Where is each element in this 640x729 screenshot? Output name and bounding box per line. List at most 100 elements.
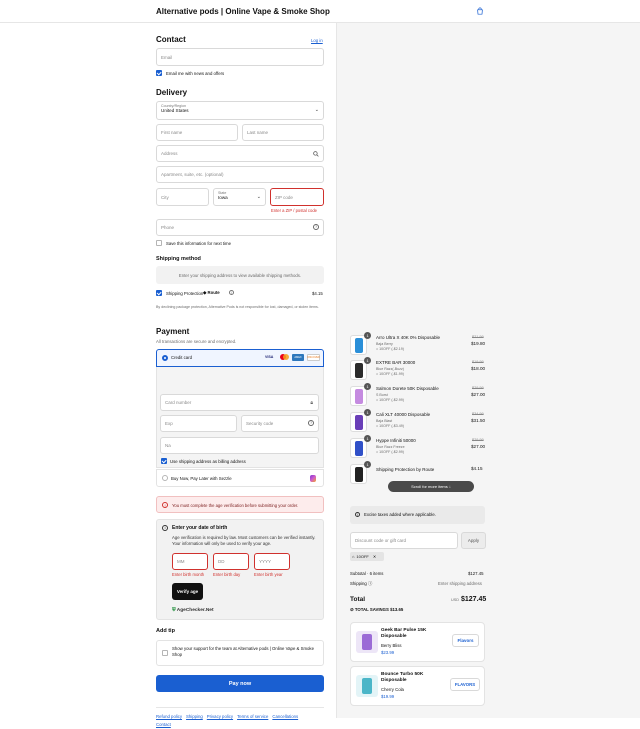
card-number-field[interactable]: Card number 🔒︎ xyxy=(160,394,319,411)
info-icon: i xyxy=(162,525,168,531)
upsell-card: Geek Bar Pulse 15K Disposable Berry Blis… xyxy=(350,622,485,662)
address-field[interactable]: Address xyxy=(156,145,324,162)
info-icon[interactable]: i xyxy=(229,290,234,295)
cart-item-price: $18.00 xyxy=(471,366,486,371)
pay-now-button[interactable]: Pay now xyxy=(156,675,324,692)
apply-button[interactable]: Apply xyxy=(461,532,486,549)
refund-policy-link[interactable]: Refund policy xyxy=(156,714,182,719)
cancellations-link[interactable]: Cancellations xyxy=(272,714,298,719)
birth-day-field[interactable]: DD xyxy=(213,553,249,570)
credit-card-label: Credit card xyxy=(171,355,193,360)
tag-icon: ⌂ xyxy=(376,372,379,376)
expiry-field[interactable]: Exp xyxy=(160,415,237,432)
cart-item-discount: ⌂ 10OFF (-$2.99) xyxy=(376,398,404,402)
flavors-button[interactable]: FLAVORS xyxy=(450,678,480,691)
birth-month-field[interactable]: MM xyxy=(172,553,208,570)
help-icon[interactable]: ? xyxy=(313,224,319,230)
tip-checkbox[interactable] xyxy=(162,650,168,656)
help-icon[interactable]: ? xyxy=(308,420,314,426)
shipping-link[interactable]: Shipping xyxy=(186,714,203,719)
shopping-bag-icon[interactable] xyxy=(476,7,484,15)
newsletter-label: Email me with news and offers xyxy=(166,71,225,76)
route-icon: ◆ xyxy=(203,290,207,295)
taxes-note: i Excise taxes added where applicable. xyxy=(350,506,485,524)
flavors-button[interactable]: Flavors xyxy=(452,634,479,647)
product-swatch xyxy=(354,389,363,404)
verify-age-button[interactable]: Verify age xyxy=(172,583,203,600)
country-select[interactable]: Country/Region United States ⌄ xyxy=(156,101,324,120)
upsell-name: Geek Bar Pulse 15K Disposable xyxy=(381,628,427,640)
quantity-badge: 1 xyxy=(364,383,371,390)
arrow-down-icon: ↓ xyxy=(448,484,451,489)
product-swatch xyxy=(354,467,363,482)
agechecker-logo: ⛨ AgeChecker.Net xyxy=(172,607,214,613)
contact-link[interactable]: Contact xyxy=(156,722,171,727)
subtotal-value: $127.45 xyxy=(468,571,484,576)
discount-tag: ⌂ 10OFF ✕ xyxy=(350,552,384,561)
discount-tag-code: 10OFF xyxy=(356,554,369,559)
scroll-more-pill[interactable]: Scroll for more items ↓ xyxy=(388,481,474,492)
cart-item-variant: Blue Razz(-Buzz) xyxy=(376,367,404,371)
discount-code-field[interactable]: Discount code or gift card xyxy=(350,532,458,549)
sezzle-option[interactable]: Buy Now, Pay Later with Sezzle xyxy=(156,469,324,487)
cart-item-price: $27.00 xyxy=(471,444,486,449)
city-field[interactable]: City xyxy=(156,188,209,206)
shipping-protection-checkbox[interactable] xyxy=(156,290,162,296)
login-link[interactable]: Log in xyxy=(311,38,323,43)
store-title[interactable]: Alternative pods | Online Vape & Smoke S… xyxy=(156,7,330,16)
quantity-badge: 1 xyxy=(364,332,371,339)
cart-item-discount-text: 10OFF (-$2.19) xyxy=(379,347,404,351)
security-code-field[interactable]: Security code ? xyxy=(241,415,319,432)
privacy-policy-link[interactable]: Privacy policy xyxy=(207,714,233,719)
alert-icon: ! xyxy=(162,502,168,508)
subtotal-label: Subtotal · 6 items xyxy=(350,571,384,576)
cart-item-variant: S Burst xyxy=(376,393,388,397)
terms-link[interactable]: Terms of service xyxy=(237,714,268,719)
page-header: Alternative pods | Online Vape & Smoke S… xyxy=(0,0,640,23)
quantity-badge: 1 xyxy=(364,461,371,468)
last-name-field[interactable]: Last name xyxy=(242,124,324,141)
cart-item-name: EXTRE BAR 30000 xyxy=(376,360,416,365)
birth-year-field[interactable]: YYYY xyxy=(254,553,290,570)
shipping-protection-label: Shipping Protection xyxy=(166,291,204,296)
cart-item-discount-text: 10OFF (-$2.99) xyxy=(379,450,404,454)
agechecker-icon: ⛨ xyxy=(172,608,176,613)
cart-item-discount: ⌂ 10OFF (-$3.49) xyxy=(376,424,404,428)
state-select[interactable]: State Iowa ⌄ xyxy=(213,188,266,206)
tag-icon: ⌂ xyxy=(376,347,379,351)
savings-row: ⊘ TOTAL SAVINGS $13.65 xyxy=(350,607,403,613)
cart-item-variant: Baja Blast xyxy=(376,419,393,423)
newsletter-checkbox[interactable] xyxy=(156,70,162,76)
credit-card-radio[interactable] xyxy=(162,355,168,361)
sezzle-radio[interactable] xyxy=(162,475,168,481)
lock-icon: 🔒︎ xyxy=(310,400,313,406)
shipping-summary-value: Enter shipping address xyxy=(438,581,482,586)
credit-card-option[interactable]: Credit card VISA MC AMEX DISCOVER xyxy=(156,349,324,367)
sezzle-label: Buy Now, Pay Later with Sezzle xyxy=(171,476,232,481)
billing-same-label: Use shipping address as billing address xyxy=(170,459,246,464)
apartment-field[interactable]: Apartment, suite, etc. (optional) xyxy=(156,166,324,183)
save-info-checkbox[interactable] xyxy=(156,240,162,246)
name-on-card-field[interactable]: Na xyxy=(160,437,319,454)
first-name-field[interactable]: First name xyxy=(156,124,238,141)
address-placeholder: Address xyxy=(161,151,178,156)
age-heading: Enter your date of birth xyxy=(172,525,228,531)
cart-item-name: Arro Ultra X 40K 0% Disposable xyxy=(376,335,441,340)
tip-label: Show your support for the team at Altern… xyxy=(172,646,314,658)
phone-field[interactable]: Phone ? xyxy=(156,219,324,236)
cart-item-discount-text: 10OFF (-$2.99) xyxy=(379,398,404,402)
product-swatch xyxy=(354,338,363,353)
cart-item: 1 EXTRE BAR 30000 Blue Razz(-Buzz) ⌂ 10O… xyxy=(350,357,487,383)
upsell-price: $19.99 xyxy=(381,694,395,699)
zip-field[interactable]: ZIP code xyxy=(270,188,324,206)
tip-option[interactable]: Show your support for the team at Altern… xyxy=(156,640,324,666)
quantity-badge: 1 xyxy=(364,357,371,364)
cart-item-old-price: $29.99 xyxy=(472,438,484,442)
cart-item-discount: ⌂ 10OFF (-$2.99) xyxy=(376,450,404,454)
email-field[interactable]: Email xyxy=(156,48,324,66)
billing-same-checkbox[interactable] xyxy=(161,458,167,464)
currency-label: USD xyxy=(451,598,460,602)
tag-icon: ⌂ xyxy=(376,398,379,402)
tag-icon: ⊘ xyxy=(350,607,354,612)
remove-icon[interactable]: ✕ xyxy=(373,554,376,559)
